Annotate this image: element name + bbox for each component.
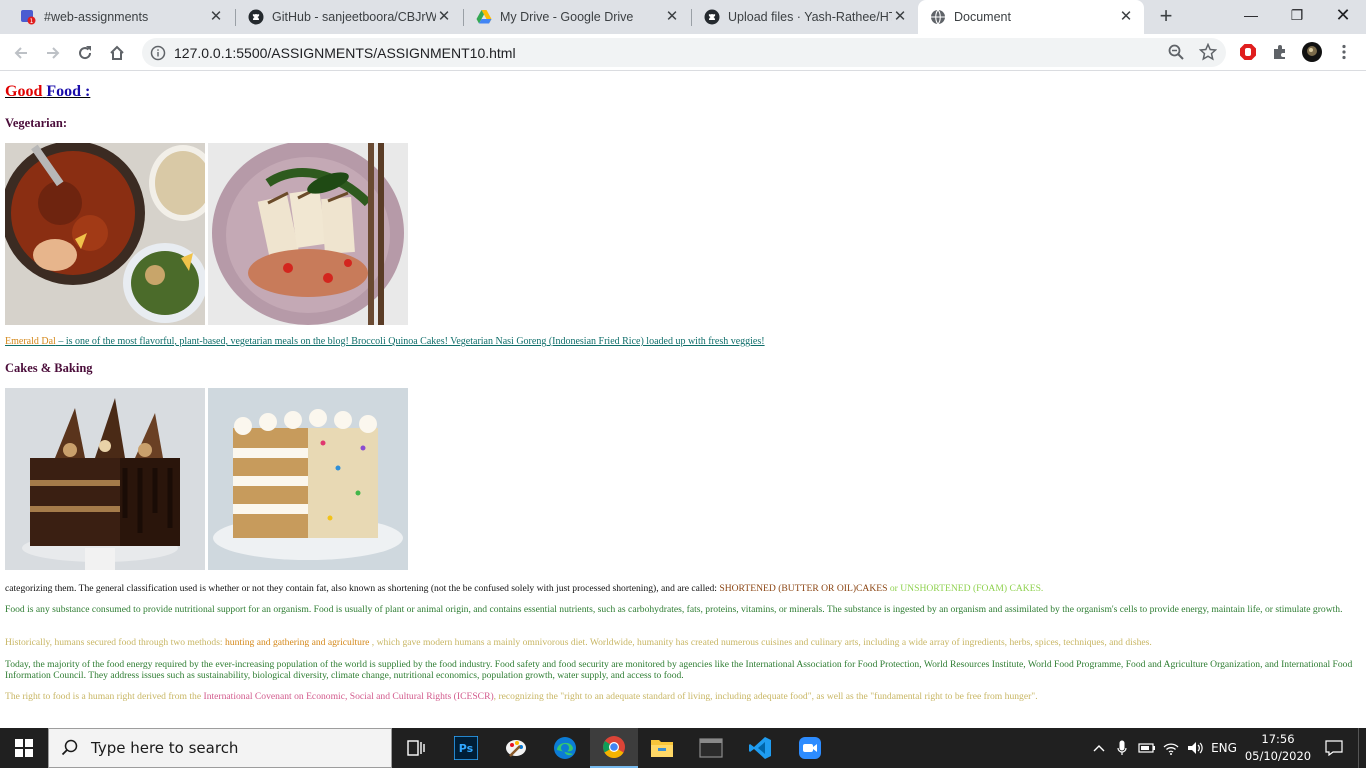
tab-title: #web-assignments	[44, 10, 149, 24]
slack-notification-icon: 1	[20, 9, 36, 25]
terminal-icon[interactable]	[687, 728, 735, 768]
chrome-icon[interactable]	[590, 728, 638, 768]
paragraph-food-history: Historically, humans secured food throug…	[5, 637, 1360, 648]
menu-kebab-icon[interactable]	[1334, 42, 1354, 62]
p5-pre: The right to food is a human right deriv…	[5, 691, 204, 702]
home-icon	[110, 45, 124, 60]
svg-text:1: 1	[30, 18, 34, 25]
caption-rest[interactable]: – is one of the most flavorful, plant-ba…	[56, 336, 764, 347]
extensions-puzzle-icon[interactable]	[1270, 42, 1290, 62]
close-window-button[interactable]: ✕	[1320, 0, 1366, 30]
section-title-vegetarian: Vegetarian:	[5, 116, 68, 130]
vscode-icon[interactable]	[736, 728, 784, 768]
tab-upload-files[interactable]: Upload files · Yash-Rathee/HTM ✕	[692, 0, 918, 34]
google-drive-icon	[476, 9, 492, 25]
forward-arrow-icon	[47, 47, 60, 59]
github-icon	[248, 9, 264, 25]
tab-strip: 1 #web-assignments ✕ GitHub - sanjeetboo…	[0, 0, 1366, 34]
close-icon[interactable]: ✕	[892, 9, 908, 25]
heading-word-food: Food :	[46, 83, 91, 100]
tab-title: GitHub - sanjeetboora/CBJrWe	[272, 10, 436, 24]
restore-button[interactable]: ❐	[1274, 0, 1320, 30]
paragraph-right-to-food: The right to food is a human right deriv…	[5, 691, 1360, 702]
vegetarian-caption-link[interactable]: Emerald Dal – is one of the most flavorf…	[5, 336, 765, 347]
web-page: Good Food : Vegetarian: Emerald Dal – is…	[0, 72, 1366, 728]
close-icon[interactable]: ✕	[436, 9, 452, 25]
windows-logo-icon	[15, 739, 33, 757]
cake-image-chocolate	[5, 388, 205, 570]
section-title-cakes: Cakes & Baking	[5, 361, 93, 375]
battery-icon[interactable]	[1137, 728, 1157, 768]
tab-title: Upload files · Yash-Rathee/HTM	[728, 10, 892, 24]
close-icon[interactable]: ✕	[664, 9, 680, 25]
tab-title: My Drive - Google Drive	[500, 10, 634, 24]
url-text[interactable]: 127.0.0.1:5500/ASSIGNMENTS/ASSIGNMENT10.…	[174, 45, 516, 61]
start-button[interactable]	[0, 728, 48, 768]
new-tab-button[interactable]: +	[1154, 5, 1178, 29]
close-icon[interactable]: ✕	[1118, 9, 1134, 25]
page-heading: Good Food :	[5, 83, 90, 101]
tab-google-drive[interactable]: My Drive - Google Drive ✕	[464, 0, 690, 34]
info-icon[interactable]	[150, 45, 166, 61]
wifi-icon[interactable]	[1161, 728, 1181, 768]
paragraph-cake-classification: categorizing them. The general classific…	[5, 583, 1360, 594]
p5-icescr: International Covenant on Economic, Soci…	[203, 691, 494, 702]
clock-date: 05/10/2020	[1244, 749, 1312, 763]
tab-github-cbjr[interactable]: GitHub - sanjeetboora/CBJrWe ✕	[236, 0, 462, 34]
svg-text:Ps: Ps	[459, 742, 474, 755]
paint-icon[interactable]	[492, 728, 540, 768]
forward-button[interactable]	[39, 39, 67, 67]
back-button[interactable]	[7, 39, 35, 67]
photoshop-icon[interactable]: Ps	[442, 728, 490, 768]
vegetarian-image-chili	[5, 143, 205, 325]
github-icon	[704, 9, 720, 25]
taskbar-search-box[interactable]: Type here to search	[48, 728, 392, 768]
show-desktop-button[interactable]	[1358, 728, 1366, 768]
back-arrow-icon	[14, 47, 27, 59]
file-explorer-icon[interactable]	[638, 728, 686, 768]
volume-icon[interactable]	[1185, 728, 1207, 768]
language-indicator[interactable]: ENG	[1208, 728, 1240, 768]
paragraph-food-definition: Food is any substance consumed to provid…	[5, 604, 1343, 615]
task-view-icon[interactable]	[392, 728, 440, 768]
heading-word-good: Good	[5, 83, 43, 100]
p3-post: , which gave modern humans a mainly omni…	[369, 637, 1152, 648]
home-button[interactable]	[103, 39, 131, 67]
microphone-icon[interactable]	[1113, 728, 1131, 768]
zoom-icon[interactable]	[786, 728, 834, 768]
minimize-button[interactable]: —	[1228, 0, 1274, 30]
address-bar[interactable]: 127.0.0.1:5500/ASSIGNMENTS/ASSIGNMENT10.…	[142, 38, 1226, 67]
close-icon[interactable]: ✕	[208, 9, 224, 25]
reload-icon	[79, 46, 92, 60]
chevron-up-icon[interactable]	[1090, 728, 1108, 768]
tab-title: Document	[954, 10, 1011, 24]
p1-unshortened: or UNSHORTENED (FOAM) CAKES.	[887, 583, 1044, 594]
zoom-icon[interactable]	[1166, 42, 1186, 62]
notification-icon[interactable]	[1320, 728, 1348, 768]
globe-icon	[930, 9, 946, 25]
p1-shortened: SHORTENED (BUTTER OR OIL)CAKES	[719, 583, 888, 594]
p5-post: , recognizing the "right to an adequate …	[493, 691, 1038, 702]
windows-taskbar: Type here to search Ps ENG 17:56 05/10/2…	[0, 728, 1366, 768]
reload-button[interactable]	[71, 39, 99, 67]
search-icon	[61, 739, 78, 756]
bookmark-star-icon[interactable]	[1198, 42, 1218, 62]
p3-hunting: hunting and gathering and agriculture	[225, 637, 370, 648]
extension-adblock-icon[interactable]	[1238, 42, 1258, 62]
profile-avatar[interactable]	[1302, 42, 1322, 62]
tab-web-assignments[interactable]: 1 #web-assignments ✕	[8, 0, 234, 34]
edge-icon[interactable]	[541, 728, 589, 768]
caption-emerald-dal[interactable]: Emerald Dal	[5, 336, 56, 347]
p1-text: categorizing them. The general classific…	[5, 583, 720, 594]
browser-toolbar: 127.0.0.1:5500/ASSIGNMENTS/ASSIGNMENT10.…	[0, 34, 1366, 71]
paragraph-food-industry: Today, the majority of the food energy r…	[5, 659, 1353, 681]
system-clock[interactable]: 17:56 05/10/2020	[1244, 731, 1312, 765]
search-placeholder: Type here to search	[91, 739, 239, 757]
cake-image-funfetti	[208, 388, 408, 570]
clock-time: 17:56	[1261, 732, 1295, 746]
tab-document[interactable]: Document ✕	[918, 0, 1144, 34]
vegetarian-image-tofu	[208, 143, 408, 325]
p3-pre: Historically, humans secured food throug…	[5, 637, 225, 648]
